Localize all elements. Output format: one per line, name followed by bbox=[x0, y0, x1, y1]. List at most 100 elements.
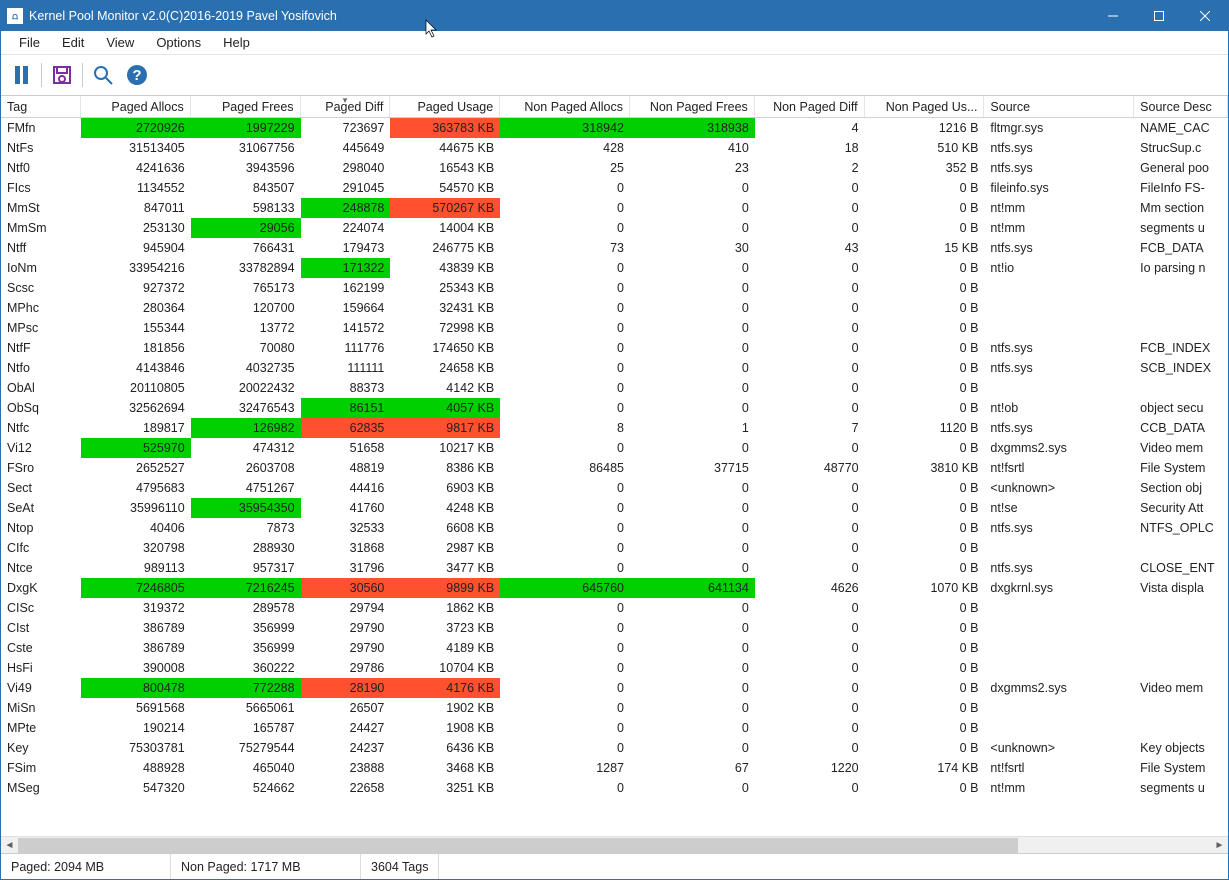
col-npf[interactable]: Non Paged Frees bbox=[630, 96, 755, 117]
table-row[interactable]: Scsc92737276517316219925343 KB0000 B bbox=[1, 278, 1228, 298]
cell-desc: Security Att bbox=[1134, 498, 1228, 518]
cell-desc: CLOSE_ENT bbox=[1134, 558, 1228, 578]
table-row[interactable]: NtfF18185670080111776174650 KB0000 Bntfs… bbox=[1, 338, 1228, 358]
cell-pa: 1134552 bbox=[81, 178, 191, 198]
table-row[interactable]: ObAl2011080520022432883734142 KB0000 B bbox=[1, 378, 1228, 398]
table-row[interactable]: CIst386789356999297903723 KB0000 B bbox=[1, 618, 1228, 638]
table-row[interactable]: MiSn56915685665061265071902 KB0000 B bbox=[1, 698, 1228, 718]
cell-npu: 0 B bbox=[865, 298, 985, 318]
cell-npa: 86485 bbox=[500, 458, 630, 478]
table-row[interactable]: Sect47956834751267444166903 KB0000 B<unk… bbox=[1, 478, 1228, 498]
cell-desc: NTFS_OPLC bbox=[1134, 518, 1228, 538]
cell-desc: FCB_INDEX bbox=[1134, 338, 1228, 358]
table-row[interactable]: NtFs315134053106775644564944675 KB428410… bbox=[1, 138, 1228, 158]
cell-pu: 3723 KB bbox=[390, 618, 500, 638]
scrollbar-thumb[interactable] bbox=[18, 838, 1018, 853]
cell-pa: 525970 bbox=[81, 438, 191, 458]
cell-npf: 0 bbox=[630, 498, 755, 518]
menu-edit[interactable]: Edit bbox=[52, 33, 94, 52]
horizontal-scrollbar[interactable]: ◄ ► bbox=[1, 836, 1228, 853]
cell-pd: 29790 bbox=[301, 638, 391, 658]
table-row[interactable]: FIcs113455284350729104554570 KB0000 Bfil… bbox=[1, 178, 1228, 198]
scroll-left-icon[interactable]: ◄ bbox=[1, 837, 18, 854]
table-row[interactable]: CISc319372289578297941862 KB0000 B bbox=[1, 598, 1228, 618]
cell-pf: 5665061 bbox=[191, 698, 301, 718]
cell-pf: 7216245 bbox=[191, 578, 301, 598]
cell-npf: 0 bbox=[630, 738, 755, 758]
table-row[interactable]: MmSm2531302905622407414004 KB0000 Bnt!mm… bbox=[1, 218, 1228, 238]
table-row[interactable]: MPte190214165787244271908 KB0000 B bbox=[1, 718, 1228, 738]
cell-pd: 32533 bbox=[301, 518, 391, 538]
col-pf[interactable]: Paged Frees bbox=[191, 96, 301, 117]
menu-file[interactable]: File bbox=[9, 33, 50, 52]
minimize-button[interactable] bbox=[1090, 1, 1136, 31]
col-pu[interactable]: Paged Usage bbox=[390, 96, 500, 117]
table-row[interactable]: MSeg547320524662226583251 KB0000 Bnt!mms… bbox=[1, 778, 1228, 798]
table-row[interactable]: Vi125259704743125165810217 KB0000 Bdxgmm… bbox=[1, 438, 1228, 458]
cell-npf: 0 bbox=[630, 298, 755, 318]
cell-npa: 0 bbox=[500, 498, 630, 518]
cell-tag: Ntfc bbox=[1, 418, 81, 438]
table-row[interactable]: Ntfc189817126982628359817 KB8171120 Bntf… bbox=[1, 418, 1228, 438]
status-paged: Paged: 2094 MB bbox=[1, 854, 171, 879]
table-row[interactable]: Ntce989113957317317963477 KB0000 Bntfs.s… bbox=[1, 558, 1228, 578]
col-tag[interactable]: Tag bbox=[1, 96, 81, 117]
table-row[interactable]: Cste386789356999297904189 KB0000 B bbox=[1, 638, 1228, 658]
cell-pd: 23888 bbox=[301, 758, 391, 778]
cell-src: nt!ob bbox=[984, 398, 1134, 418]
pause-button[interactable] bbox=[7, 61, 35, 89]
col-npa[interactable]: Non Paged Allocs bbox=[500, 96, 630, 117]
col-npd[interactable]: Non Paged Diff bbox=[755, 96, 865, 117]
table-row[interactable]: DxgK72468057216245305609899 KB6457606411… bbox=[1, 578, 1228, 598]
table-row[interactable]: MmSt847011598133248878570267 KB0000 Bnt!… bbox=[1, 198, 1228, 218]
table-row[interactable]: IoNm339542163378289417132243839 KB0000 B… bbox=[1, 258, 1228, 278]
table-row[interactable]: SeAt3599611035954350417604248 KB0000 Bnt… bbox=[1, 498, 1228, 518]
cell-pa: 847011 bbox=[81, 198, 191, 218]
menu-options[interactable]: Options bbox=[146, 33, 211, 52]
table-row[interactable]: MPhc28036412070015966432431 KB0000 B bbox=[1, 298, 1228, 318]
status-nonpaged: Non Paged: 1717 MB bbox=[171, 854, 361, 879]
table-row[interactable]: CIfc320798288930318682987 KB0000 B bbox=[1, 538, 1228, 558]
cell-npd: 7 bbox=[755, 418, 865, 438]
table-row[interactable]: MPsc1553441377214157272998 KB0000 B bbox=[1, 318, 1228, 338]
menu-view[interactable]: View bbox=[96, 33, 144, 52]
maximize-button[interactable] bbox=[1136, 1, 1182, 31]
cell-pf: 4032735 bbox=[191, 358, 301, 378]
cell-pd: 86151 bbox=[301, 398, 391, 418]
table-row[interactable]: FSro26525272603708488198386 KB8648537715… bbox=[1, 458, 1228, 478]
table-row[interactable]: ObSq3256269432476543861514057 KB0000 Bnt… bbox=[1, 398, 1228, 418]
table-row[interactable]: Ntop404067873325336608 KB0000 Bntfs.sysN… bbox=[1, 518, 1228, 538]
table-row[interactable]: HsFi3900083602222978610704 KB0000 B bbox=[1, 658, 1228, 678]
save-button[interactable] bbox=[48, 61, 76, 89]
table-row[interactable]: FMfn27209261997229723697363783 KB3189423… bbox=[1, 118, 1228, 138]
cell-npa: 0 bbox=[500, 358, 630, 378]
table-row[interactable]: Ntff945904766431179473246775 KB73304315 … bbox=[1, 238, 1228, 258]
search-button[interactable] bbox=[89, 61, 117, 89]
col-npu[interactable]: Non Paged Us... bbox=[865, 96, 985, 117]
toolbar-separator bbox=[82, 63, 83, 87]
table-row[interactable]: Ntfo4143846403273511111124658 KB0000 Bnt… bbox=[1, 358, 1228, 378]
cell-npa: 0 bbox=[500, 678, 630, 698]
table-row[interactable]: Ntf04241636394359629804016543 KB25232352… bbox=[1, 158, 1228, 178]
table-row[interactable]: FSim488928465040238883468 KB128767122017… bbox=[1, 758, 1228, 778]
cell-npf: 0 bbox=[630, 358, 755, 378]
table-row[interactable]: Key 7530378175279544242376436 KB0000 B<u… bbox=[1, 738, 1228, 758]
close-button[interactable] bbox=[1182, 1, 1228, 31]
table-row[interactable]: Vi49800478772288281904176 KB0000 Bdxgmms… bbox=[1, 678, 1228, 698]
cell-npf: 641134 bbox=[630, 578, 755, 598]
cell-tag: Ntfo bbox=[1, 358, 81, 378]
col-pa[interactable]: Paged Allocs bbox=[81, 96, 191, 117]
cell-pu: 6436 KB bbox=[390, 738, 500, 758]
menu-help[interactable]: Help bbox=[213, 33, 260, 52]
cell-pu: 246775 KB bbox=[390, 238, 500, 258]
table-body[interactable]: FMfn27209261997229723697363783 KB3189423… bbox=[1, 118, 1228, 836]
col-pd[interactable]: Paged Diff▾ bbox=[301, 96, 391, 117]
scroll-right-icon[interactable]: ► bbox=[1211, 837, 1228, 854]
cell-npd: 0 bbox=[755, 298, 865, 318]
cell-npd: 0 bbox=[755, 198, 865, 218]
help-button[interactable]: ? bbox=[123, 61, 151, 89]
cell-src: nt!fsrtl bbox=[984, 758, 1134, 778]
col-desc[interactable]: Source Desc bbox=[1134, 96, 1228, 117]
col-src[interactable]: Source bbox=[984, 96, 1134, 117]
cell-pf: 75279544 bbox=[191, 738, 301, 758]
